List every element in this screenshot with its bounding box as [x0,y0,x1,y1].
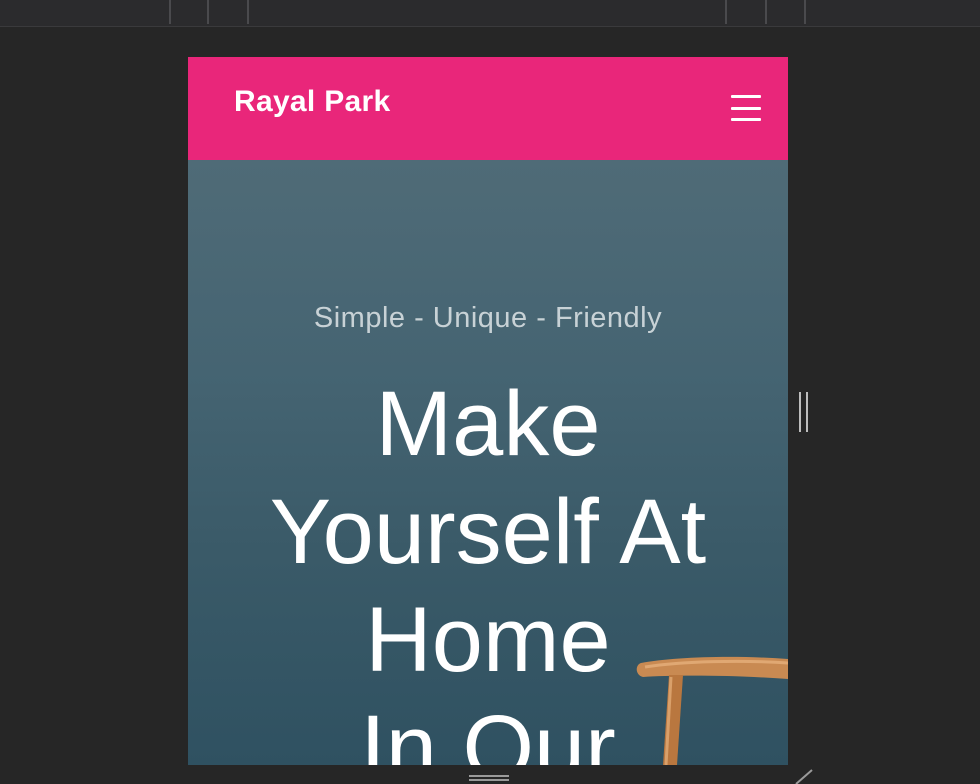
hero-section: Simple - Unique - Friendly Make Yourself… [188,160,788,765]
toolbar-divider [169,0,171,24]
toolbar-divider [725,0,727,24]
chair-image [636,656,788,765]
hero-title-line: Make [375,373,601,475]
brand-logo[interactable]: Rayal Park [234,85,390,119]
hero-title-line: Yourself At [269,481,707,583]
menu-bar [731,118,761,121]
device-viewport: Rayal Park Simple - Unique - Friendly Ma… [188,57,788,765]
navbar: Rayal Park [188,57,788,160]
viewport-bottom-resize-handle[interactable] [469,775,509,781]
hero-title-line: In Our [360,697,616,765]
menu-bar [731,95,761,98]
hero-subtitle: Simple - Unique - Friendly [313,302,663,334]
toolbar-divider [207,0,209,24]
toolbar-divider [804,0,806,24]
toolbar-divider [765,0,767,24]
viewport-resize-handle[interactable] [799,392,808,432]
corner-resize-icon[interactable] [794,768,814,784]
hamburger-menu-icon[interactable] [731,95,761,121]
devtools-toolbar [0,0,980,27]
toolbar-divider [247,0,249,24]
hero-title-line: Home [365,589,611,691]
menu-bar [731,106,761,110]
